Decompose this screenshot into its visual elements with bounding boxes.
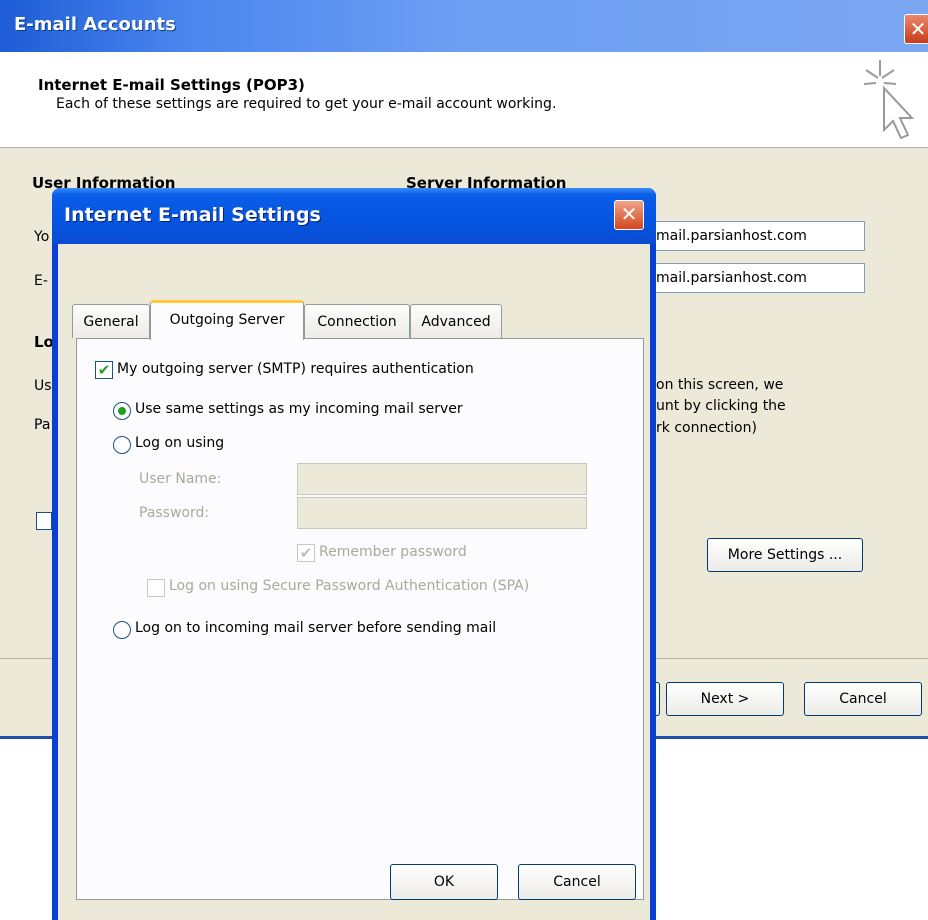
user-name-input[interactable] xyxy=(297,463,587,495)
radio-log-on-using-label: Log on using xyxy=(135,435,225,451)
email-accounts-titlebar: E-mail Accounts xyxy=(0,0,928,52)
more-settings-button[interactable]: More Settings ... xyxy=(707,538,863,572)
checkmark-icon: ✔ xyxy=(299,544,313,562)
radio-log-on-using[interactable] xyxy=(113,436,131,454)
dialog-titlebar: Internet E-mail Settings ✕ xyxy=(52,188,656,244)
remember-password-label: Remember password xyxy=(319,544,467,560)
cancel-button[interactable]: Cancel xyxy=(804,682,922,716)
header-title: Internet E-mail Settings (POP3) xyxy=(38,76,305,94)
password-label: Password: xyxy=(139,505,210,521)
radio-same-settings[interactable] xyxy=(113,402,131,420)
outgoing-server-panel: ✔ My outgoing server (SMTP) requires aut… xyxy=(76,338,644,900)
your-name-label: Yo xyxy=(34,229,50,245)
tab-connection[interactable]: Connection xyxy=(304,304,410,338)
smtp-auth-checkbox[interactable]: ✔ xyxy=(95,361,113,379)
smtp-auth-label: My outgoing server (SMTP) requires authe… xyxy=(117,361,474,377)
window-title: E-mail Accounts xyxy=(14,14,176,35)
incoming-server-field[interactable]: mail.parsianhost.com xyxy=(655,221,865,251)
dialog-cancel-button[interactable]: Cancel xyxy=(518,864,636,900)
password-label: Pa xyxy=(34,417,51,433)
test-text-line1: on this screen, we xyxy=(656,377,784,393)
logon-heading: Lo xyxy=(34,333,54,351)
tab-general[interactable]: General xyxy=(72,304,150,338)
ok-button[interactable]: OK xyxy=(390,864,498,900)
dialog-body: General Outgoing Server Connection Advan… xyxy=(58,244,650,920)
password-input[interactable] xyxy=(297,497,587,529)
radio-log-on-incoming[interactable] xyxy=(113,621,131,639)
dialog-title: Internet E-mail Settings xyxy=(64,204,321,226)
tab-advanced[interactable]: Advanced xyxy=(410,304,502,338)
radio-dot-icon xyxy=(118,407,126,415)
close-icon[interactable]: ✕ xyxy=(614,200,644,230)
remember-password-checkbox[interactable] xyxy=(36,512,52,530)
email-address-label: E- xyxy=(34,273,48,289)
checkmark-icon: ✔ xyxy=(97,361,111,379)
radio-same-settings-label: Use same settings as my incoming mail se… xyxy=(135,401,463,417)
close-icon[interactable]: ✕ xyxy=(904,14,928,44)
next-button[interactable]: Next > xyxy=(666,682,784,716)
test-text-line3: rk connection) xyxy=(656,420,757,436)
tab-outgoing-server[interactable]: Outgoing Server xyxy=(150,300,304,340)
remember-password-checkbox[interactable]: ✔ xyxy=(297,544,315,562)
spa-checkbox[interactable] xyxy=(147,579,165,597)
outgoing-server-field[interactable]: mail.parsianhost.com xyxy=(655,263,865,293)
header-subtitle: Each of these settings are required to g… xyxy=(56,96,557,112)
internet-email-settings-dialog: Internet E-mail Settings ✕ General Outgo… xyxy=(52,188,656,920)
user-name-label: Us xyxy=(34,378,52,394)
test-text-line2: unt by clicking the xyxy=(656,398,786,414)
radio-log-on-incoming-label: Log on to incoming mail server before se… xyxy=(135,620,497,636)
spa-label: Log on using Secure Password Authenticat… xyxy=(169,578,530,594)
user-name-label: User Name: xyxy=(139,471,222,487)
wizard-cursor-icon xyxy=(863,60,915,140)
